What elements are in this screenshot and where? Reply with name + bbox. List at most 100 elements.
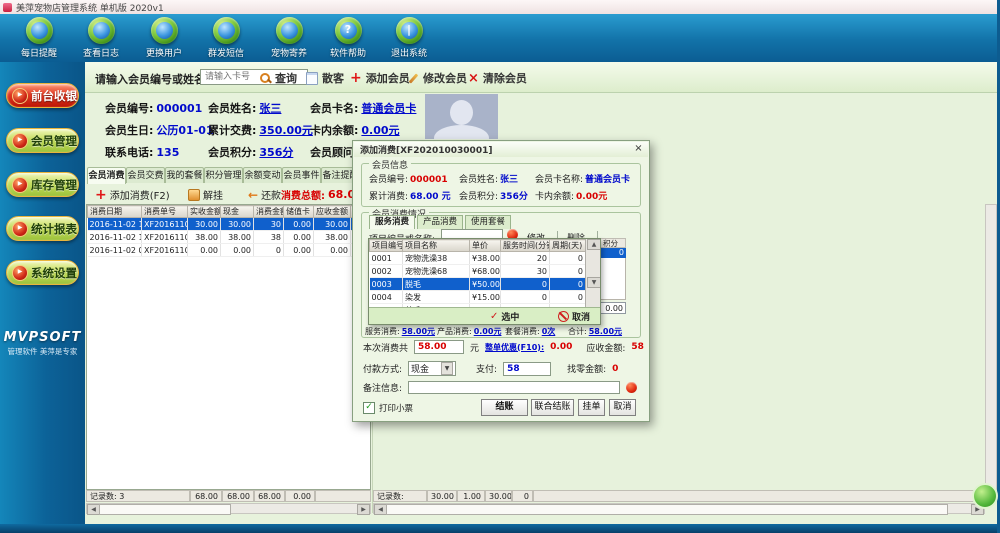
receivable-value: 58 (631, 342, 644, 352)
sidebar-item-inventory[interactable]: ▶ 库存管理 (6, 172, 79, 197)
remark-input[interactable] (408, 381, 620, 394)
toolbar-pet-boarding[interactable]: 宠物寄养 (262, 17, 316, 59)
sidebar-item-members[interactable]: ▶ 会员管理 (6, 128, 79, 153)
total-cell (533, 490, 985, 502)
play-icon: ▶ (12, 133, 28, 149)
cancel-select-button[interactable]: 取消 (558, 310, 590, 323)
tab-points-manage[interactable]: 积分管理 (204, 167, 243, 183)
service-item-dropdown: 项目编号 项目名称 单价 服务时间(分钟) 周期(天) 0001 宠物洗澡38 … (368, 238, 601, 325)
dropdown-row[interactable]: 0002 宠物洗澡68 ¥68.00 30 0 (370, 265, 586, 278)
joint-settle-button[interactable]: 联合结账 (531, 399, 574, 416)
summary-package: 套餐消费:0次 (505, 326, 555, 337)
walkin-button[interactable]: 散客 (306, 70, 344, 86)
right-vertical-scrollbar[interactable] (985, 204, 997, 490)
plus-icon: + (350, 73, 362, 83)
cancel-circle-icon (558, 311, 569, 322)
app-icon (3, 3, 12, 12)
toolbar-software-help[interactable]: ? 软件帮助 (321, 17, 375, 59)
total-cell: 68.00 (254, 490, 285, 502)
dropdown-row-selected[interactable]: 0003 脱毛 ¥50.00 0 0 (370, 278, 586, 291)
sidebar-item-reports[interactable]: ▶ 统计报表 (6, 216, 79, 241)
points-cell: 0 (599, 248, 626, 258)
release-hold-button[interactable]: 解挂 (188, 187, 223, 202)
main-toolbar: 每日提醒 查看日志 更换用户 群发短信 宠物寄养 ? 软件帮助 | 退出系统 (0, 14, 1000, 62)
pay-amount-input[interactable] (503, 362, 551, 376)
summary-total: 合计:58.00元 (568, 326, 622, 337)
table-row[interactable]: 2016-11-02 10: XF2016110200 30.00 30.00 … (88, 218, 371, 231)
cancel-button[interactable]: 取消 (609, 399, 636, 416)
change-value: 0 (612, 364, 618, 374)
payment-row-total: 本次消费共 元 整单优惠(F10): 0.00 应收金额: 58 (363, 340, 644, 354)
group-sms-icon (213, 17, 240, 44)
tab-use-package[interactable]: 使用套餐 (465, 215, 511, 229)
record-count: 记录数: (373, 490, 427, 502)
change-label: 找零金额: (567, 362, 606, 375)
dialog-close-icon[interactable]: × (632, 143, 645, 155)
member-balance-field: 卡内余额:0.00元 (310, 122, 400, 138)
dropdown-scrollbar[interactable]: ▲ ▼ (585, 239, 600, 307)
table-row[interactable]: 2016-11-02 10: XF2016110200 38.00 38.00 … (88, 231, 371, 244)
member-points-field: 会员积分:356分 (208, 144, 293, 160)
print-receipt-option[interactable]: ✓ 打印小票 (363, 402, 413, 414)
remark-search-icon[interactable] (626, 382, 637, 393)
tab-member-events[interactable]: 会员事件 (282, 167, 321, 183)
member-birthday-field: 会员生日:公历01-01 (105, 122, 214, 138)
table-row[interactable]: 2016-11-02 09: XF2016110200 0.00 0.00 0 … (88, 244, 371, 257)
refund-button[interactable]: ← 还款 (248, 187, 281, 202)
scroll-thumb[interactable] (99, 504, 231, 515)
tab-member-consume[interactable]: 会员消费 (87, 167, 126, 184)
brand-logo: MVPSOFT (0, 330, 85, 345)
hold-order-button[interactable]: 挂单 (578, 399, 605, 416)
whole-order-discount-link[interactable]: 整单优惠(F10): (485, 342, 544, 353)
dropdown-row[interactable]: 0001 宠物洗澡38 ¥38.00 20 0 (370, 252, 586, 265)
checkbox-checked-icon[interactable]: ✓ (363, 402, 375, 414)
play-icon: ▶ (12, 177, 28, 193)
toolbar-exit-system[interactable]: | 退出系统 (382, 17, 436, 59)
edit-member-button[interactable]: 修改会员 (408, 70, 467, 86)
toolbar-daily-reminder[interactable]: 每日提醒 (12, 17, 66, 59)
add-member-button[interactable]: + 添加会员 (350, 70, 410, 86)
sidebar-item-settings[interactable]: ▶ 系统设置 (6, 260, 79, 285)
dropdown-row[interactable]: 0004 染发 ¥15.00 0 0 (370, 291, 586, 304)
scroll-thumb[interactable] (386, 504, 948, 515)
toolbar-view-log[interactable]: 查看日志 (74, 17, 128, 59)
floating-assist-button[interactable] (972, 483, 998, 509)
exit-system-icon: | (396, 17, 423, 44)
member-photo (425, 94, 498, 139)
tab-product-consume[interactable]: 产品消费 (417, 215, 463, 229)
sidebar-item-cashier[interactable]: ▶ 前台收银 (6, 83, 79, 108)
payment-method-select[interactable]: 现金 ▼ (408, 361, 456, 376)
scroll-up-icon[interactable]: ▲ (587, 239, 601, 250)
table-header-row: 消费日期 消费单号 实收金额 现金 消费金额 储值卡 应收金额 优 (88, 206, 371, 218)
query-button[interactable]: 查询 (260, 70, 297, 86)
tab-member-payment[interactable]: 会员交费 (126, 167, 165, 183)
add-consume-button[interactable]: + 添加消费(F2) (95, 187, 170, 202)
toolbar-switch-user[interactable]: 更换用户 (137, 17, 191, 59)
play-icon: ▶ (12, 88, 28, 104)
toolbar-group-sms[interactable]: 群发短信 (199, 17, 253, 59)
right-horizontal-scrollbar[interactable]: ◀ ▶ (373, 503, 985, 514)
left-horizontal-scrollbar[interactable]: ◀ ▶ (86, 503, 371, 514)
scroll-down-icon[interactable]: ▼ (587, 277, 601, 288)
check-icon: ✓ (490, 311, 498, 322)
total-amount-input[interactable] (414, 340, 464, 354)
total-cell: 0 (512, 490, 533, 502)
clear-member-button[interactable]: × 清除会员 (468, 70, 527, 86)
add-consume-dialog: 添加消费[XF202010030001] × 会员信息 会员编号:000001 … (352, 140, 650, 422)
record-count: 记录数: 3 (86, 490, 190, 502)
close-x-icon: × (468, 73, 479, 84)
dlg-card-name: 会员卡名称:普通会员卡 (535, 172, 630, 185)
consumption-table: 消费日期 消费单号 实收金额 现金 消费金额 储值卡 应收金额 优 2016-1… (86, 204, 371, 490)
tab-my-packages[interactable]: 我的套餐 (165, 167, 204, 183)
tab-service-consume[interactable]: 服务消费 (369, 215, 415, 229)
remark-label: 备注信息: (363, 381, 402, 394)
dialog-title: 添加消费[XF202010030001] (360, 143, 492, 156)
receivable-label: 应收金额: (586, 341, 625, 354)
window-title: 美萍宠物店管理系统 单机版 2020v1 (16, 1, 164, 14)
tab-balance-changes[interactable]: 余额变动 (243, 167, 282, 183)
dlg-total-consume: 累计消费:68.00 元 (369, 189, 451, 202)
scroll-right-icon[interactable]: ▶ (357, 504, 370, 515)
select-item-button[interactable]: ✓ 选中 (490, 310, 519, 323)
window-frame-bottom (0, 524, 1000, 533)
settle-button[interactable]: 结账 (481, 399, 528, 416)
